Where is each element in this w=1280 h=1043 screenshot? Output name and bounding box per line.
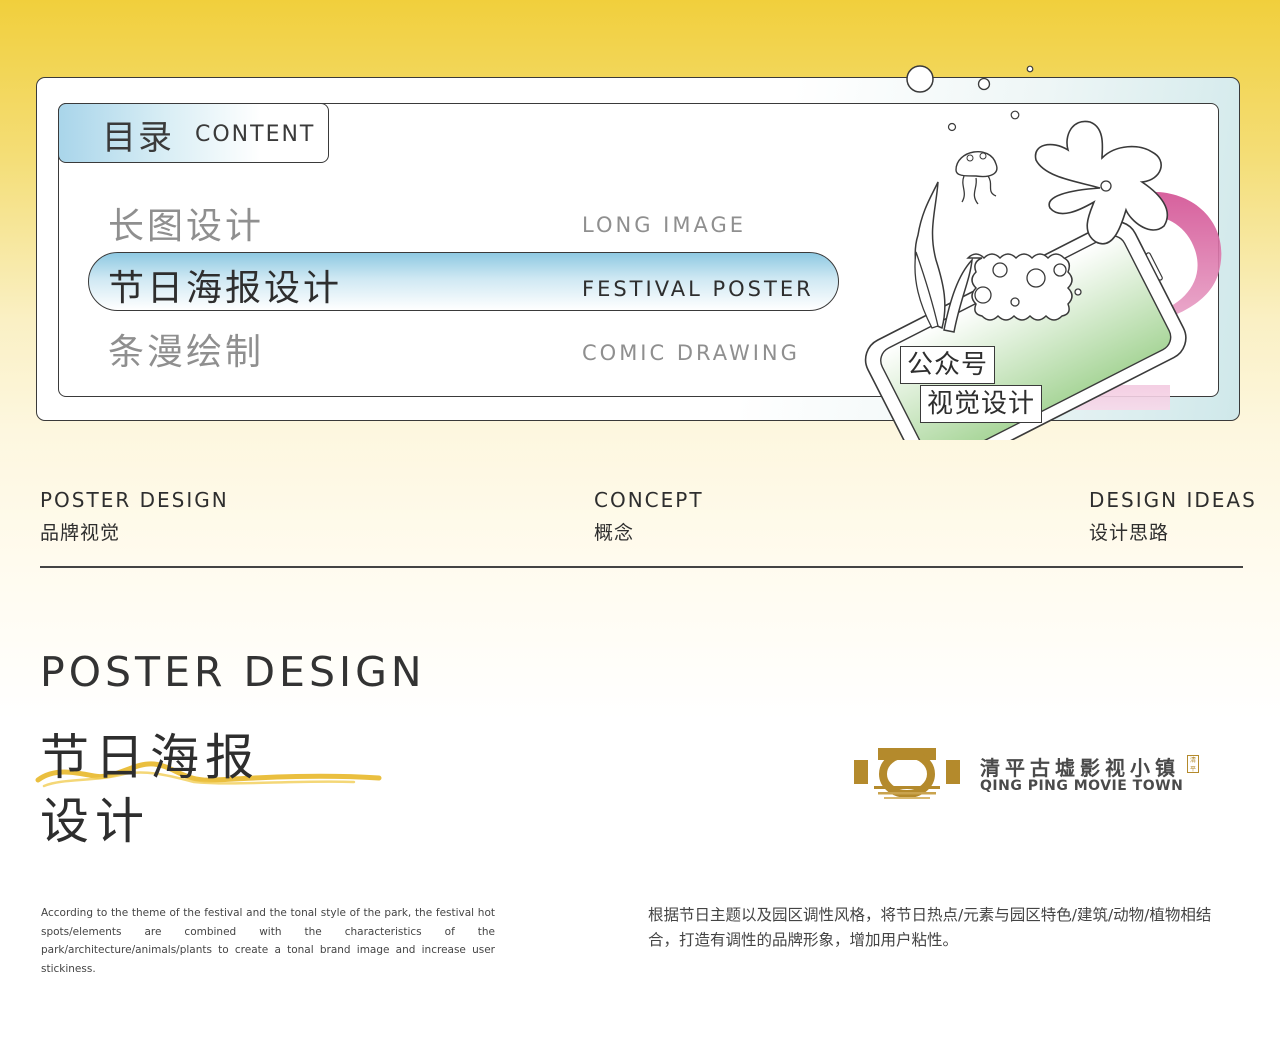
menu-item-comic-drawing-en[interactable]: COMIC DRAWING [582, 341, 800, 365]
description-cn: 根据节日主题以及园区调性风格，将节日热点/元素与园区特色/建筑/动物/植物相结合… [648, 906, 1212, 949]
col-concept-cn: 概念 [594, 522, 635, 544]
col-design-ideas-en: DESIGN IDEAS [1089, 488, 1257, 512]
menu-item-long-image-en[interactable]: LONG IMAGE [582, 213, 746, 237]
col-design-ideas-cn: 设计思路 [1089, 522, 1170, 544]
movie-town-logo-icon [854, 748, 960, 799]
col-poster-design-en: POSTER DESIGN [40, 488, 229, 512]
logo-name-cn: 清平古墟影视小镇 [980, 756, 1180, 780]
description-en: According to the theme of the festival a… [41, 907, 495, 975]
menu-item-festival-poster-cn[interactable]: 节日海报设计 [108, 259, 342, 311]
menu-item-comic-drawing-cn[interactable]: 条漫绘制 [108, 323, 264, 375]
tag-visual-design: 视觉设计 [920, 385, 1043, 423]
section-divider [40, 566, 1243, 568]
col-poster-design-cn: 品牌视觉 [40, 522, 121, 544]
section-title-cn-line2: 设计 [40, 793, 151, 850]
menu-tab-title-en: CONTENT [195, 122, 316, 147]
tag-official-account: 公众号 [900, 346, 996, 384]
col-concept-en: CONCEPT [594, 488, 704, 512]
logo-name-en: QING PING MOVIE TOWN [980, 778, 1184, 794]
logo-seal: 清平 [1187, 755, 1199, 773]
section-title-en: POSTER DESIGN [40, 648, 426, 696]
section-title-cn-line1: 节日海报 [40, 729, 261, 786]
menu-item-long-image-cn[interactable]: 长图设计 [108, 197, 264, 249]
menu-tab-title-cn: 目录 [102, 118, 174, 158]
menu-item-festival-poster-en[interactable]: FESTIVAL POSTER [582, 277, 814, 301]
